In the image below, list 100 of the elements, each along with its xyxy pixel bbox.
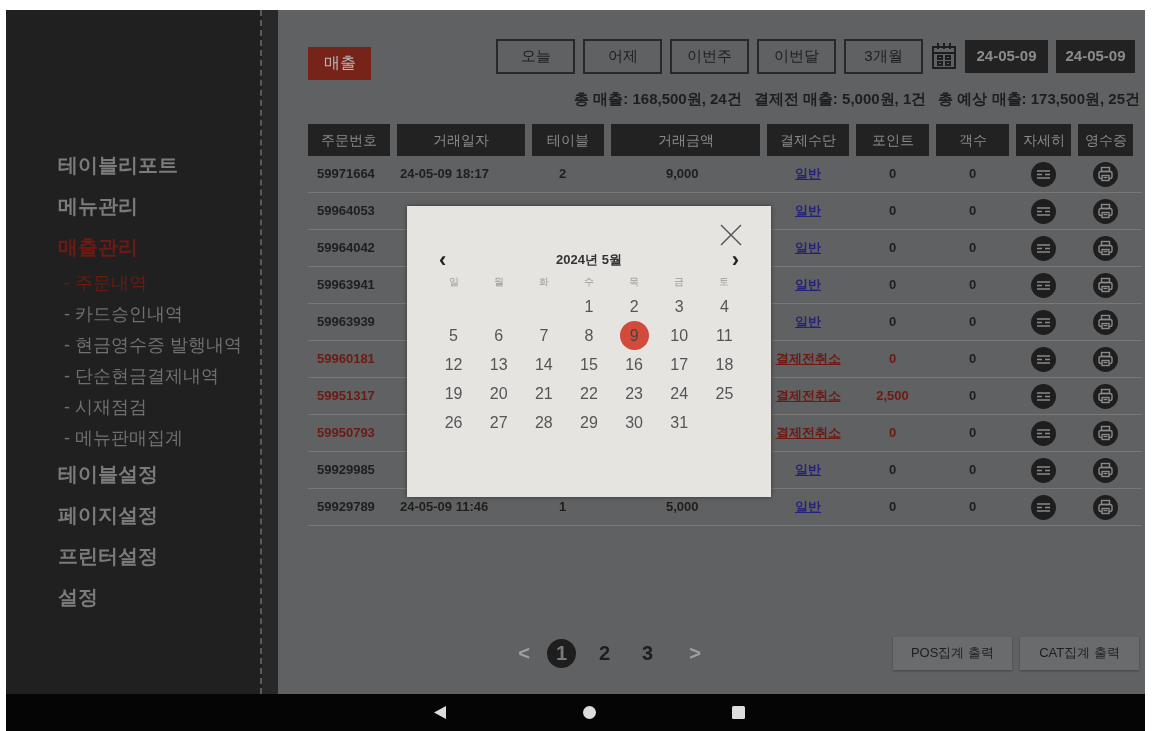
calendar-day[interactable]: 6 — [484, 321, 514, 350]
printer-icon[interactable] — [1093, 457, 1118, 483]
printer-icon[interactable] — [1093, 309, 1118, 335]
period-button[interactable]: 이번주 — [670, 38, 749, 74]
printer-icon[interactable] — [1093, 494, 1118, 520]
calendar-day[interactable]: 27 — [484, 408, 514, 437]
prev-page-button[interactable]: < — [515, 638, 533, 668]
printer-icon[interactable] — [1093, 346, 1118, 372]
sidebar-item[interactable]: 설정 — [58, 577, 260, 618]
calendar-day[interactable]: 17 — [664, 350, 694, 379]
printer-icon[interactable] — [1093, 235, 1118, 261]
home-icon[interactable] — [583, 706, 596, 719]
calendar-day[interactable]: 8 — [574, 321, 604, 350]
calendar-day[interactable]: 15 — [574, 350, 604, 379]
next-month-button[interactable]: › — [731, 250, 739, 270]
list-icon[interactable] — [1031, 198, 1056, 224]
calendar-day[interactable]: 4 — [709, 292, 739, 321]
calendar-day[interactable]: 14 — [529, 350, 559, 379]
list-icon[interactable] — [1031, 420, 1056, 446]
sidebar-item[interactable]: 프린터설정 — [58, 536, 260, 577]
sidebar-item[interactable]: 테이블설정 — [58, 454, 260, 495]
payment-link[interactable]: 일반 — [795, 460, 821, 480]
list-icon[interactable] — [1031, 161, 1056, 187]
close-icon[interactable] — [720, 224, 742, 246]
print-summary-button[interactable]: POS집계 출력 — [893, 636, 1012, 670]
calendar-day[interactable]: 23 — [619, 379, 649, 408]
period-button[interactable]: 오늘 — [496, 38, 575, 74]
calendar-day[interactable]: 2 — [619, 292, 649, 321]
list-icon[interactable] — [1031, 309, 1056, 335]
calendar-day[interactable]: 1 — [574, 292, 604, 321]
calendar-day[interactable]: 31 — [664, 408, 694, 437]
calendar-day[interactable]: 16 — [619, 350, 649, 379]
calendar-day[interactable]: 9 — [619, 321, 649, 350]
sidebar-item[interactable]: 메뉴관리 — [58, 186, 260, 227]
calendar-day[interactable]: 11 — [709, 321, 739, 350]
prev-month-button[interactable]: ‹ — [439, 250, 447, 270]
calendar-day[interactable]: 21 — [529, 379, 559, 408]
calendar-day[interactable]: 26 — [439, 408, 469, 437]
period-button[interactable]: 3개월 — [844, 38, 923, 74]
points: 0 — [887, 350, 898, 369]
printer-icon[interactable] — [1093, 420, 1118, 446]
payment-link[interactable]: 일반 — [795, 497, 821, 517]
period-button[interactable]: 이번달 — [757, 38, 836, 74]
calendar-day[interactable]: 29 — [574, 408, 604, 437]
start-date-field[interactable]: 24-05-09 — [965, 39, 1048, 73]
sidebar-subitem[interactable]: - 메뉴판매집계 — [58, 423, 260, 454]
month-title: 2024년 5월 — [556, 251, 622, 270]
payment-link[interactable]: 일반 — [795, 238, 821, 258]
sidebar-item[interactable]: 테이블리포트 — [58, 145, 260, 186]
order-number: 59960181 — [316, 350, 376, 369]
period-button[interactable]: 어제 — [583, 38, 662, 74]
page-button[interactable]: 2 — [590, 638, 619, 668]
calendar-day[interactable]: 10 — [664, 321, 694, 350]
printer-icon[interactable] — [1093, 272, 1118, 298]
calendar-day[interactable]: 30 — [619, 408, 649, 437]
order-number: 59963939 — [316, 313, 376, 332]
calendar-day[interactable]: 28 — [529, 408, 559, 437]
calendar-day[interactable]: 13 — [484, 350, 514, 379]
page-button[interactable]: 3 — [633, 638, 662, 668]
weekday-label: 월 — [492, 275, 505, 289]
sidebar-subitem[interactable]: - 현금영수증 발행내역 — [58, 330, 260, 361]
calendar-day[interactable]: 20 — [484, 379, 514, 408]
list-icon[interactable] — [1031, 272, 1056, 298]
sidebar-subitem[interactable]: - 단순현금결제내역 — [58, 361, 260, 392]
printer-icon[interactable] — [1093, 161, 1118, 187]
calendar-day[interactable]: 3 — [664, 292, 694, 321]
calendar-day[interactable]: 19 — [439, 379, 469, 408]
calendar-day[interactable]: 12 — [439, 350, 469, 379]
calendar-day[interactable]: 7 — [529, 321, 559, 350]
end-date-field[interactable]: 24-05-09 — [1056, 39, 1135, 73]
payment-link[interactable]: 일반 — [795, 164, 821, 184]
guest-count: 0 — [967, 461, 978, 480]
guest-count: 0 — [967, 239, 978, 258]
list-icon[interactable] — [1031, 494, 1056, 520]
calendar-day[interactable]: 18 — [709, 350, 739, 379]
points: 0 — [887, 202, 898, 221]
page-button[interactable]: 1 — [547, 638, 576, 668]
printer-icon[interactable] — [1093, 198, 1118, 224]
list-icon[interactable] — [1031, 346, 1056, 372]
printer-icon[interactable] — [1093, 383, 1118, 409]
back-icon[interactable] — [434, 706, 446, 719]
payment-link[interactable]: 일반 — [795, 275, 821, 295]
guest-count: 0 — [967, 387, 978, 406]
next-page-button[interactable]: > — [686, 638, 704, 668]
column-header: 거래일자 — [397, 124, 525, 156]
list-icon[interactable] — [1031, 457, 1056, 483]
list-icon[interactable] — [1031, 235, 1056, 261]
sidebar-subitem[interactable]: - 카드승인내역 — [58, 299, 260, 330]
calendar-icon[interactable] — [931, 42, 957, 70]
list-icon[interactable] — [1031, 383, 1056, 409]
sidebar-subitem[interactable]: - 시재점검 — [58, 392, 260, 423]
print-summary-button[interactable]: CAT집계 출력 — [1020, 636, 1139, 670]
calendar-day[interactable]: 22 — [574, 379, 604, 408]
calendar-day[interactable]: 5 — [439, 321, 469, 350]
sidebar-item[interactable]: 페이지설정 — [58, 495, 260, 536]
payment-link[interactable]: 일반 — [795, 201, 821, 221]
payment-link[interactable]: 일반 — [795, 312, 821, 332]
calendar-day[interactable]: 24 — [664, 379, 694, 408]
column-header: 주문번호 — [308, 124, 390, 156]
calendar-day[interactable]: 25 — [709, 379, 739, 408]
